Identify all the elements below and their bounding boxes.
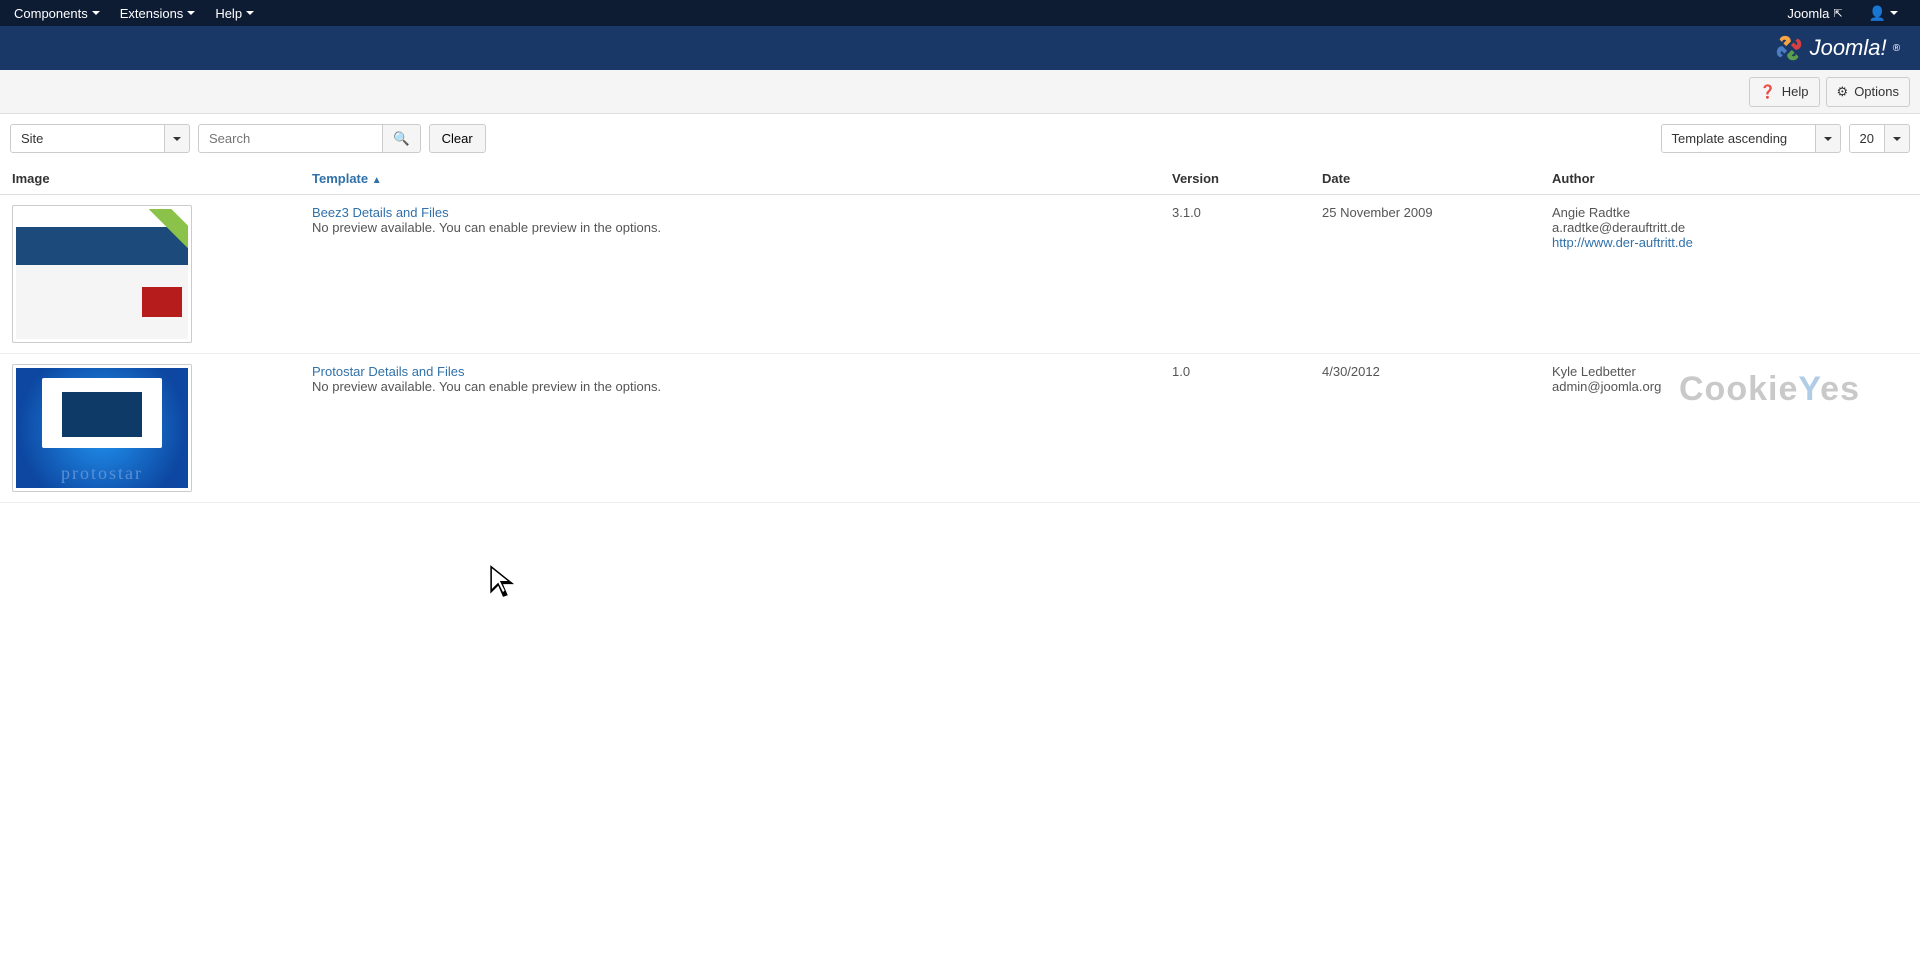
chevron-down-icon — [187, 11, 195, 15]
nav-components[interactable]: Components — [4, 2, 110, 25]
sort-dropdown[interactable]: Template ascending — [1661, 124, 1841, 153]
author-url[interactable]: http://www.der-auftritt.de — [1552, 235, 1693, 250]
col-author[interactable]: Author — [1540, 163, 1920, 195]
cell-author: Kyle Ledbetteradmin@joomla.org — [1540, 354, 1920, 503]
table-row: protostar Protostar Details and FilesNo p… — [0, 354, 1920, 503]
help-icon: ❓ — [1760, 84, 1776, 100]
cell-image: protostar — [0, 354, 300, 503]
col-template[interactable]: Template ▲ — [300, 163, 1160, 195]
joomla-logo: Joomla!® — [1774, 33, 1900, 63]
cell-date: 25 November 2009 — [1310, 195, 1540, 354]
header: Joomla!® — [0, 26, 1920, 70]
client-filter[interactable]: Site — [10, 124, 190, 153]
chevron-down-icon — [173, 137, 181, 141]
toolbar: ❓ Help ⚙ Options — [0, 70, 1920, 114]
cell-version: 1.0 — [1160, 354, 1310, 503]
limit-dropdown[interactable]: 20 — [1849, 124, 1910, 153]
col-date[interactable]: Date — [1310, 163, 1540, 195]
cell-author: Angie Radtkea.radtke@derauftritt.dehttp:… — [1540, 195, 1920, 354]
templates-table: Image Template ▲ Version Date Author Bee… — [0, 163, 1920, 503]
user-menu[interactable]: 👤 — [1859, 1, 1908, 26]
site-link-label: Joomla — [1787, 6, 1829, 21]
help-button[interactable]: ❓ Help — [1749, 77, 1820, 107]
table-row: Beez3 Details and FilesNo preview availa… — [0, 195, 1920, 354]
joomla-logo-icon — [1774, 33, 1804, 63]
template-desc: No preview available. You can enable pre… — [312, 220, 1148, 235]
nav-label: Components — [14, 6, 88, 21]
clear-button[interactable]: Clear — [429, 124, 486, 153]
search-icon: 🔍 — [393, 131, 410, 146]
template-link[interactable]: Beez3 Details and Files — [312, 205, 449, 220]
table-header-row: Image Template ▲ Version Date Author — [0, 163, 1920, 195]
limit-caret[interactable] — [1885, 124, 1910, 153]
chevron-down-icon — [1893, 137, 1901, 141]
filters-right: Template ascending 20 — [1661, 124, 1910, 153]
col-version[interactable]: Version — [1160, 163, 1310, 195]
search-input[interactable] — [198, 124, 383, 153]
template-thumbnail[interactable] — [12, 205, 192, 343]
nav-extensions[interactable]: Extensions — [110, 2, 206, 25]
help-label: Help — [1782, 84, 1809, 99]
template-thumbnail[interactable]: protostar — [12, 364, 192, 492]
site-link[interactable]: Joomla ⇱ — [1777, 2, 1852, 25]
gear-icon: ⚙ — [1837, 84, 1849, 100]
chevron-down-icon — [1824, 137, 1832, 141]
sort-caret[interactable] — [1816, 124, 1841, 153]
nav-help[interactable]: Help — [205, 2, 264, 25]
author-email: admin@joomla.org — [1552, 379, 1908, 394]
external-link-icon: ⇱ — [1833, 7, 1842, 20]
chevron-down-icon — [92, 11, 100, 15]
col-template-label: Template — [312, 171, 368, 186]
cell-template: Beez3 Details and FilesNo preview availa… — [300, 195, 1160, 354]
cell-image — [0, 195, 300, 354]
template-link[interactable]: Protostar Details and Files — [312, 364, 464, 379]
options-label: Options — [1854, 84, 1899, 99]
nav-label: Extensions — [120, 6, 184, 21]
col-image[interactable]: Image — [0, 163, 300, 195]
client-filter-label: Site — [10, 124, 165, 153]
cell-template: Protostar Details and FilesNo preview av… — [300, 354, 1160, 503]
chevron-down-icon — [246, 11, 254, 15]
author-name: Kyle Ledbetter — [1552, 364, 1908, 379]
limit-label: 20 — [1849, 124, 1885, 153]
user-icon: 👤 — [1869, 5, 1886, 22]
options-button[interactable]: ⚙ Options — [1826, 77, 1910, 107]
sort-label: Template ascending — [1661, 124, 1816, 153]
cell-version: 3.1.0 — [1160, 195, 1310, 354]
search-group: 🔍 — [198, 124, 421, 153]
top-nav: Components Extensions Help Joomla ⇱ 👤 — [0, 0, 1920, 26]
author-name: Angie Radtke — [1552, 205, 1908, 220]
brand-text: Joomla! — [1810, 35, 1887, 61]
nav-label: Help — [215, 6, 242, 21]
search-button[interactable]: 🔍 — [383, 124, 421, 153]
filters-bar: Site 🔍 Clear Template ascending 20 — [0, 114, 1920, 163]
chevron-down-icon — [1890, 11, 1898, 15]
cursor-icon — [484, 562, 522, 605]
cell-date: 4/30/2012 — [1310, 354, 1540, 503]
author-email: a.radtke@derauftritt.de — [1552, 220, 1908, 235]
sort-asc-icon: ▲ — [372, 175, 382, 186]
top-nav-right: Joomla ⇱ 👤 — [1777, 1, 1916, 26]
client-filter-caret[interactable] — [165, 124, 190, 153]
template-desc: No preview available. You can enable pre… — [312, 379, 1148, 394]
top-nav-left: Components Extensions Help — [4, 2, 264, 25]
